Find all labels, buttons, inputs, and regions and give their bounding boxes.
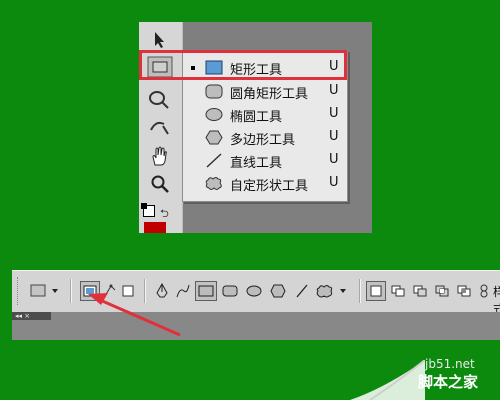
options-bar-grip[interactable] xyxy=(17,277,20,305)
menu-item-label: 自定形状工具 xyxy=(230,179,309,194)
subtract-from-shape-area-button[interactable] xyxy=(410,281,430,301)
rectangle-shape-button[interactable] xyxy=(195,281,217,301)
paths-button[interactable] xyxy=(101,281,119,301)
menu-item-polygon[interactable]: 多边形工具 U xyxy=(183,127,347,149)
menu-item-shortcut: U xyxy=(329,175,339,190)
options-bar: 样式 xyxy=(12,270,500,316)
custom-shape-button[interactable] xyxy=(314,281,352,301)
separator xyxy=(144,279,146,303)
menu-item-label: 圆角矩形工具 xyxy=(230,87,309,102)
menu-item-ellipse[interactable]: 椭圆工具 U xyxy=(183,104,347,126)
panel-area xyxy=(12,312,500,340)
link-icon[interactable] xyxy=(478,281,490,301)
exclude-overlapping-areas-button[interactable] xyxy=(454,281,474,301)
add-to-shape-area-button[interactable] xyxy=(388,281,408,301)
polygon-shape-button[interactable] xyxy=(267,281,289,301)
menu-item-rounded-rectangle[interactable]: 圆角矩形工具 U xyxy=(183,81,347,103)
dodge-icon[interactable] xyxy=(145,88,175,112)
menu-item-shortcut: U xyxy=(329,83,339,98)
tool-preset-picker[interactable] xyxy=(28,281,62,301)
menu-item-custom-shape[interactable]: 自定形状工具 U xyxy=(183,173,347,195)
move-icon[interactable] xyxy=(145,28,175,52)
polygon-icon xyxy=(205,130,223,145)
line-icon xyxy=(206,153,222,168)
rounded-rectangle-icon xyxy=(205,84,223,99)
hand-icon[interactable] xyxy=(145,144,175,168)
menu-item-shortcut: U xyxy=(329,129,339,144)
intersect-shape-areas-button[interactable] xyxy=(432,281,452,301)
watermark-site: jb51.net xyxy=(425,357,475,371)
separator xyxy=(359,279,361,303)
menu-item-shortcut: U xyxy=(329,106,339,121)
ellipse-icon xyxy=(205,108,223,121)
pen-tool-button[interactable] xyxy=(152,281,172,301)
rounded-rectangle-shape-button[interactable] xyxy=(219,281,241,301)
create-new-shape-layer-button[interactable] xyxy=(366,281,386,301)
menu-item-line[interactable]: 直线工具 U xyxy=(183,150,347,172)
separator xyxy=(70,279,72,303)
highlight-frame xyxy=(139,50,347,80)
line-shape-button[interactable] xyxy=(291,281,313,301)
ellipse-shape-button[interactable] xyxy=(243,281,265,301)
watermark-name: 脚本之家 xyxy=(418,373,479,391)
foreground-color-swatch[interactable] xyxy=(144,222,166,233)
fill-pixels-button[interactable] xyxy=(119,281,137,301)
shape-layers-button[interactable] xyxy=(80,281,100,301)
default-colors-icon[interactable] xyxy=(141,203,155,217)
freeform-pen-button[interactable] xyxy=(173,281,193,301)
menu-item-label: 直线工具 xyxy=(230,156,283,171)
zoom-icon[interactable] xyxy=(145,172,175,196)
menu-item-label: 多边形工具 xyxy=(230,133,296,148)
menu-item-label: 椭圆工具 xyxy=(230,110,283,125)
custom-shape-icon xyxy=(205,177,222,190)
watermark-page-curl xyxy=(350,360,425,400)
menu-item-shortcut: U xyxy=(329,152,339,167)
panel-collapse-tab[interactable]: ◂◂ × xyxy=(12,312,51,320)
path-select-icon[interactable] xyxy=(145,116,175,140)
